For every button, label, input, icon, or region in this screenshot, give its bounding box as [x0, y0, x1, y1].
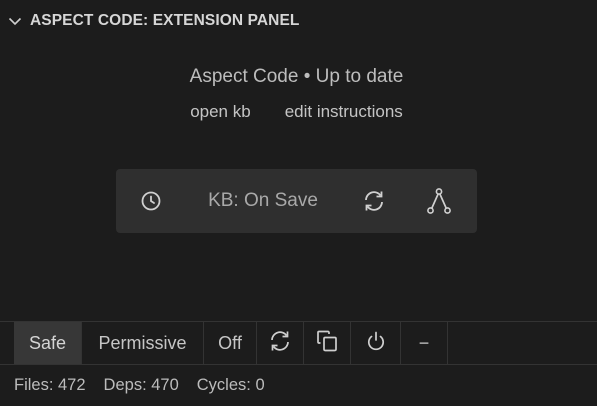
panel-title: ASPECT CODE: EXTENSION PANEL — [30, 12, 300, 29]
power-icon — [364, 329, 388, 358]
chevron-down-icon[interactable] — [6, 12, 24, 30]
toolbar-copy-button[interactable] — [304, 322, 351, 364]
mode-safe-button[interactable]: Safe — [14, 322, 82, 364]
minus-icon: − — [418, 332, 430, 353]
toolbar-power-button[interactable] — [351, 322, 401, 364]
kb-bar: KB: On Save — [116, 169, 477, 233]
links-row: open kb edit instructions — [0, 102, 593, 122]
toolbar-minus-button[interactable]: − — [401, 322, 448, 364]
clock-icon[interactable] — [136, 186, 166, 216]
copy-icon — [315, 329, 339, 358]
status-text: Aspect Code • Up to date — [189, 66, 404, 87]
mode-permissive-button[interactable]: Permissive — [82, 322, 204, 364]
kb-mode-label[interactable]: KB: On Save — [196, 169, 330, 233]
cycles-count: Cycles: 0 — [196, 376, 265, 394]
edit-instructions-link[interactable]: edit instructions — [285, 102, 403, 122]
deps-count: Deps: 470 — [103, 376, 179, 394]
toolbar-divider-bottom — [0, 364, 597, 365]
stats-bar: Files: 472 Deps: 470 Cycles: 0 — [14, 376, 265, 395]
files-count: Files: 472 — [14, 376, 86, 394]
refresh-icon[interactable] — [359, 186, 389, 216]
toolbar: Safe Permissive Off − — [14, 322, 448, 364]
open-kb-link[interactable]: open kb — [190, 102, 251, 122]
refresh-icon — [268, 329, 292, 358]
graph-icon[interactable] — [424, 186, 454, 216]
panel-header[interactable]: ASPECT CODE: EXTENSION PANEL — [0, 0, 597, 42]
toolbar-refresh-button[interactable] — [257, 322, 304, 364]
mode-off-button[interactable]: Off — [204, 322, 257, 364]
